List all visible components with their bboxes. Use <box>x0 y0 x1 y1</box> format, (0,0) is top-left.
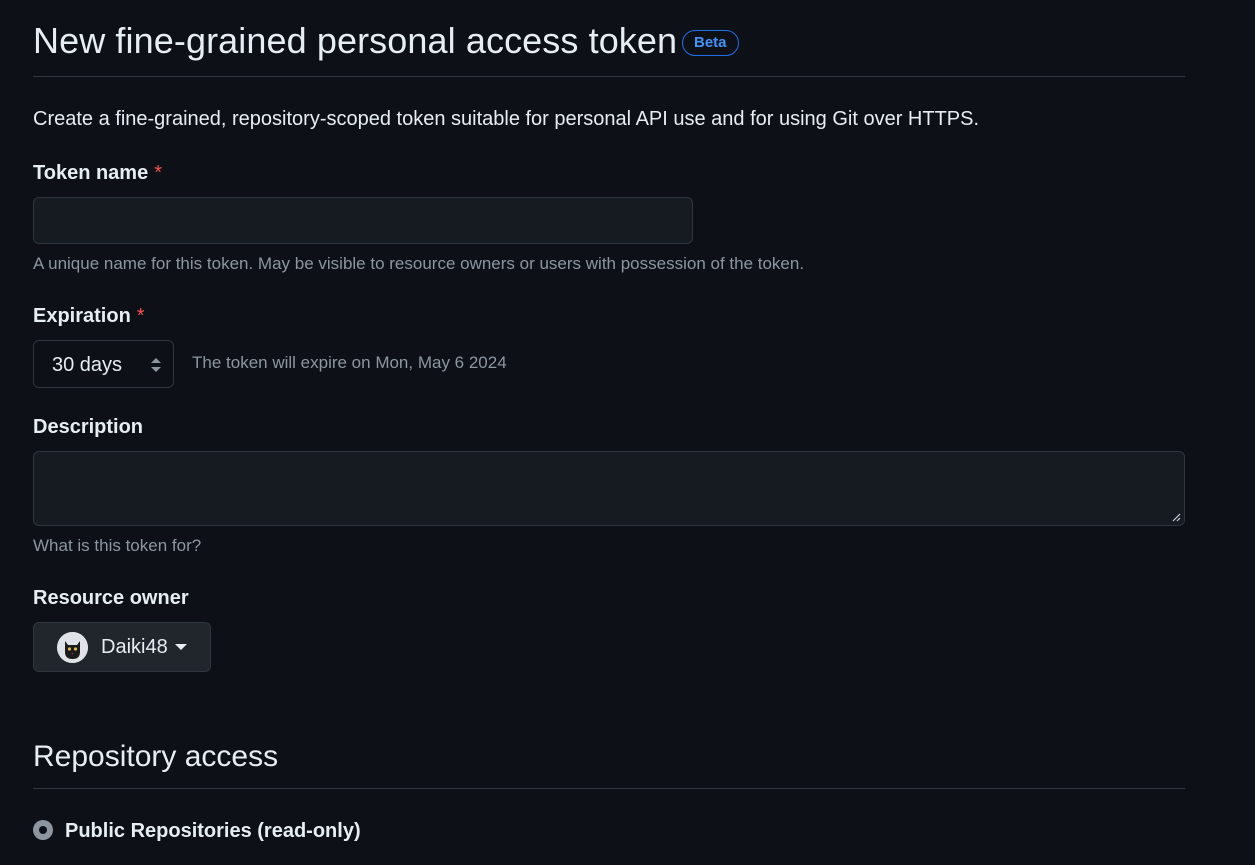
description-textarea[interactable] <box>33 451 1185 526</box>
page-header: New fine-grained personal access token B… <box>33 18 1185 77</box>
public-repositories-option[interactable]: Public Repositories (read-only) <box>33 817 393 845</box>
expiration-select-value: 30 days <box>52 354 123 376</box>
cat-avatar-icon <box>57 632 88 663</box>
token-name-note: A unique name for this token. May be vis… <box>33 254 805 273</box>
chevron-down-icon <box>175 644 187 650</box>
intro-text: Create a fine-grained, repository-scoped… <box>33 108 980 130</box>
resource-owner-label: Resource owner <box>33 587 189 609</box>
token-name-input[interactable] <box>33 197 693 244</box>
public-repositories-label: Public Repositories (read-only) <box>65 820 361 842</box>
description-label: Description <box>33 416 144 438</box>
expiration-label: Expiration * <box>33 303 145 329</box>
page-title: New fine-grained personal access token <box>33 20 678 61</box>
required-mark: * <box>154 162 163 184</box>
expiration-select[interactable]: 30 days <box>33 340 174 388</box>
resource-owner-button[interactable]: Daiki48 <box>33 622 211 672</box>
select-updown-icon <box>151 358 161 372</box>
repository-access-header: Repository access <box>33 735 1185 789</box>
expiration-label-text: Expiration <box>33 305 131 327</box>
description-note: What is this token for? <box>33 536 202 555</box>
beta-badge: Beta <box>682 30 739 56</box>
token-name-label-text: Token name <box>33 162 149 184</box>
resize-handle-icon[interactable] <box>1171 512 1181 522</box>
resource-owner-name: Daiki48 <box>101 636 168 658</box>
avatar <box>57 632 88 663</box>
required-mark: * <box>136 305 145 327</box>
repository-access-title: Repository access <box>33 740 279 773</box>
expiration-note: The token will expire on Mon, May 6 2024 <box>192 353 507 372</box>
radio-selected-icon[interactable] <box>33 820 53 840</box>
token-name-label: Token name * <box>33 160 162 186</box>
new-token-page: New fine-grained personal access token B… <box>0 0 1255 865</box>
